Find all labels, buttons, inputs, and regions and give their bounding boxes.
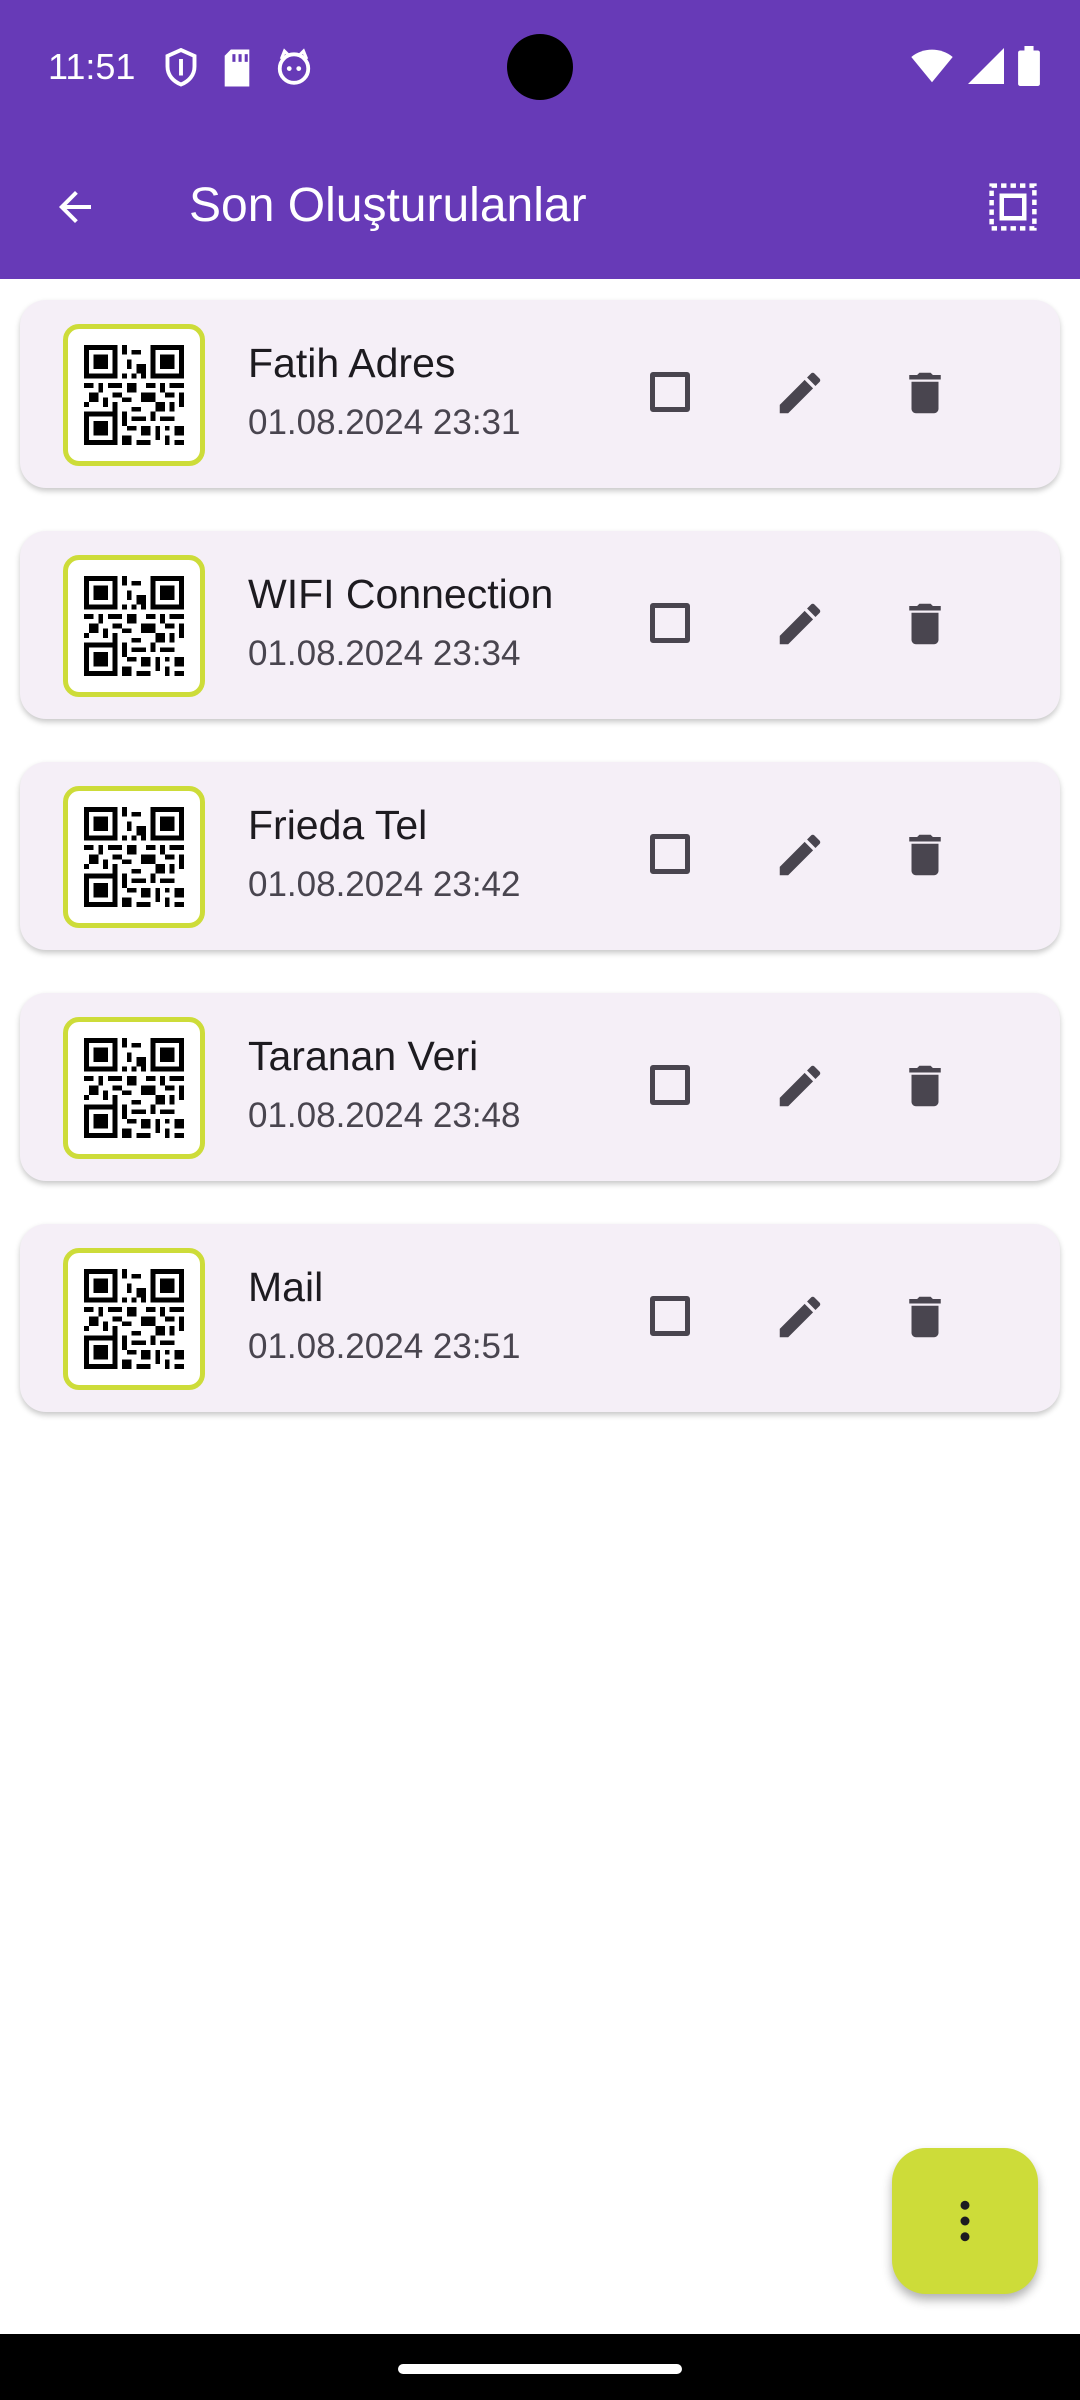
pencil-icon [779, 372, 821, 414]
pencil-icon [779, 603, 821, 645]
qr-code-icon [84, 1269, 184, 1369]
checkbox-box [650, 834, 690, 874]
item-date: 01.08.2024 23:34 [248, 634, 521, 673]
item-name: Frieda Tel [248, 802, 428, 848]
list-item[interactable]: WIFI Connection 01.08.2024 23:34 [20, 531, 1060, 719]
delete-button[interactable] [890, 589, 960, 659]
trash-icon [909, 1065, 941, 1107]
system-navigation-bar [0, 2334, 1080, 2400]
delete-button[interactable] [890, 358, 960, 428]
trash-icon [909, 1296, 941, 1338]
trash-icon [909, 372, 941, 414]
home-gesture-handle[interactable] [398, 2364, 682, 2374]
shield-icon [165, 48, 197, 87]
wifi-icon [911, 49, 953, 83]
checkbox-box [650, 372, 690, 412]
select-checkbox[interactable] [640, 824, 700, 884]
select-checkbox[interactable] [640, 362, 700, 422]
edit-button[interactable] [765, 1051, 835, 1121]
battery-icon [1018, 46, 1040, 86]
qr-code-icon [84, 576, 184, 676]
page-title: Son Oluşturulanlar [189, 179, 587, 232]
more-options-fab[interactable] [892, 2148, 1038, 2294]
item-date: 01.08.2024 23:42 [248, 865, 521, 904]
signal-icon [968, 48, 1004, 84]
delete-button[interactable] [890, 820, 960, 890]
item-name: Fatih Adres [248, 340, 456, 386]
arrow-back-icon [59, 191, 91, 223]
qr-thumbnail [63, 555, 205, 697]
status-system-icons [910, 46, 1040, 86]
app-bar: Son Oluşturulanlar [0, 134, 1080, 279]
checkbox-box [650, 1065, 690, 1105]
item-name: WIFI Connection [248, 571, 554, 617]
pencil-icon [779, 834, 821, 876]
qr-thumbnail [63, 1248, 205, 1390]
delete-button[interactable] [890, 1282, 960, 1352]
qr-thumbnail [63, 786, 205, 928]
more-vert-icon [960, 2200, 970, 2242]
back-button[interactable] [40, 172, 110, 242]
item-name: Mail [248, 1264, 324, 1310]
sd-card-icon [224, 49, 250, 87]
list-item[interactable]: Taranan Veri 01.08.2024 23:48 [20, 993, 1060, 1181]
camera-cutout [507, 34, 573, 100]
select-all-icon [989, 183, 1037, 231]
qr-code-icon [84, 807, 184, 907]
item-name: Taranan Veri [248, 1033, 479, 1079]
qr-thumbnail [63, 1017, 205, 1159]
trash-icon [909, 603, 941, 645]
pencil-icon [779, 1065, 821, 1107]
item-date: 01.08.2024 23:31 [248, 403, 521, 442]
qr-code-icon [84, 1038, 184, 1138]
checkbox-box [650, 1296, 690, 1336]
status-time: 11:51 [48, 46, 136, 87]
list-item[interactable]: Mail 01.08.2024 23:51 [20, 1224, 1060, 1412]
select-checkbox[interactable] [640, 1055, 700, 1115]
edit-button[interactable] [765, 358, 835, 428]
item-date: 01.08.2024 23:51 [248, 1327, 521, 1366]
recent-items-list: Fatih Adres 01.08.2024 23:31 WIFI Connec… [20, 300, 1060, 1455]
select-all-button[interactable] [976, 170, 1050, 244]
list-item[interactable]: Frieda Tel 01.08.2024 23:42 [20, 762, 1060, 950]
select-checkbox[interactable] [640, 1286, 700, 1346]
delete-button[interactable] [890, 1051, 960, 1121]
item-date: 01.08.2024 23:48 [248, 1096, 521, 1135]
checkbox-box [650, 603, 690, 643]
edit-button[interactable] [765, 820, 835, 890]
edit-button[interactable] [765, 589, 835, 659]
qr-thumbnail [63, 324, 205, 466]
status-bar: 11:51 [0, 0, 1080, 134]
qr-code-icon [84, 345, 184, 445]
pencil-icon [779, 1296, 821, 1338]
status-notification-icons [163, 48, 313, 88]
list-item[interactable]: Fatih Adres 01.08.2024 23:31 [20, 300, 1060, 488]
trash-icon [909, 834, 941, 876]
cat-face-icon [277, 48, 311, 85]
edit-button[interactable] [765, 1282, 835, 1352]
select-checkbox[interactable] [640, 593, 700, 653]
